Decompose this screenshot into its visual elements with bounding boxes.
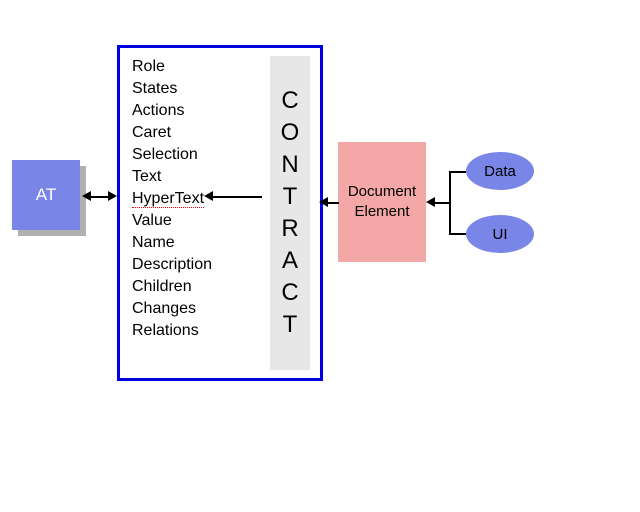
arrowhead-left-icon — [319, 197, 328, 207]
arrowhead-left-icon — [204, 191, 213, 201]
property-label: Caret — [132, 124, 171, 141]
contract-vertical-label: CONTRACT — [270, 56, 310, 370]
property-item: Text — [132, 166, 212, 188]
document-element-line1: Document — [348, 183, 416, 200]
properties-list: Role States Actions Caret Selection Text Hyper… — [132, 56, 212, 342]
property-item: Value — [132, 210, 212, 232]
property-item: States — [132, 78, 212, 100]
property-item: Name — [132, 232, 212, 254]
arrowhead-right-icon — [108, 191, 117, 201]
property-label: Description — [132, 256, 212, 273]
property-item: Actions — [132, 100, 212, 122]
property-item: Selection — [132, 144, 212, 166]
property-label: Text — [132, 168, 161, 185]
property-item: HyperText — [132, 188, 212, 210]
contract-letter: N — [281, 149, 298, 181]
contract-letter: T — [283, 309, 298, 341]
connector-ui-horizontal — [449, 233, 466, 235]
arrowhead-left-icon — [426, 197, 435, 207]
property-item: Changes — [132, 298, 212, 320]
data-label: Data — [484, 163, 516, 180]
contract-letter: C — [281, 85, 298, 117]
data-node: Data — [466, 152, 534, 190]
property-label: States — [132, 80, 177, 97]
arrowhead-left-icon — [82, 191, 91, 201]
property-item: Description — [132, 254, 212, 276]
property-label: Value — [132, 212, 172, 229]
document-element-line2: Element — [354, 203, 409, 220]
property-label: Relations — [132, 322, 199, 339]
property-label: HyperText — [132, 190, 204, 208]
document-element-box: Document Element — [338, 142, 426, 262]
property-item: Role — [132, 56, 212, 78]
property-label: Children — [132, 278, 192, 295]
document-element-label: Document Element — [348, 182, 416, 222]
arrow-doc-to-contract — [327, 202, 339, 204]
arrow-at-contract — [90, 196, 110, 198]
at-box: AT — [12, 160, 80, 230]
at-label: AT — [36, 185, 56, 205]
property-item: Children — [132, 276, 212, 298]
property-label: Role — [132, 58, 165, 75]
arrow-strip-to-list — [212, 196, 262, 198]
property-label: Name — [132, 234, 175, 251]
property-label: Actions — [132, 102, 184, 119]
property-item: Caret — [132, 122, 212, 144]
contract-letter: T — [283, 181, 298, 213]
contract-letter: O — [281, 117, 300, 149]
property-label: Selection — [132, 146, 198, 163]
contract-letter: A — [282, 245, 298, 277]
connector-data-horizontal — [449, 171, 466, 173]
contract-letter: C — [281, 277, 298, 309]
diagram-canvas: AT Role States Actions Caret Selection Text Hy… — [0, 0, 640, 512]
property-item: Relations — [132, 320, 212, 342]
arrow-dataui-to-doc — [434, 202, 450, 204]
contract-letter: R — [281, 213, 298, 245]
ui-label: UI — [493, 226, 508, 243]
property-label: Changes — [132, 300, 196, 317]
contract-box: Role States Actions Caret Selection Text Hyper… — [117, 45, 323, 381]
ui-node: UI — [466, 215, 534, 253]
